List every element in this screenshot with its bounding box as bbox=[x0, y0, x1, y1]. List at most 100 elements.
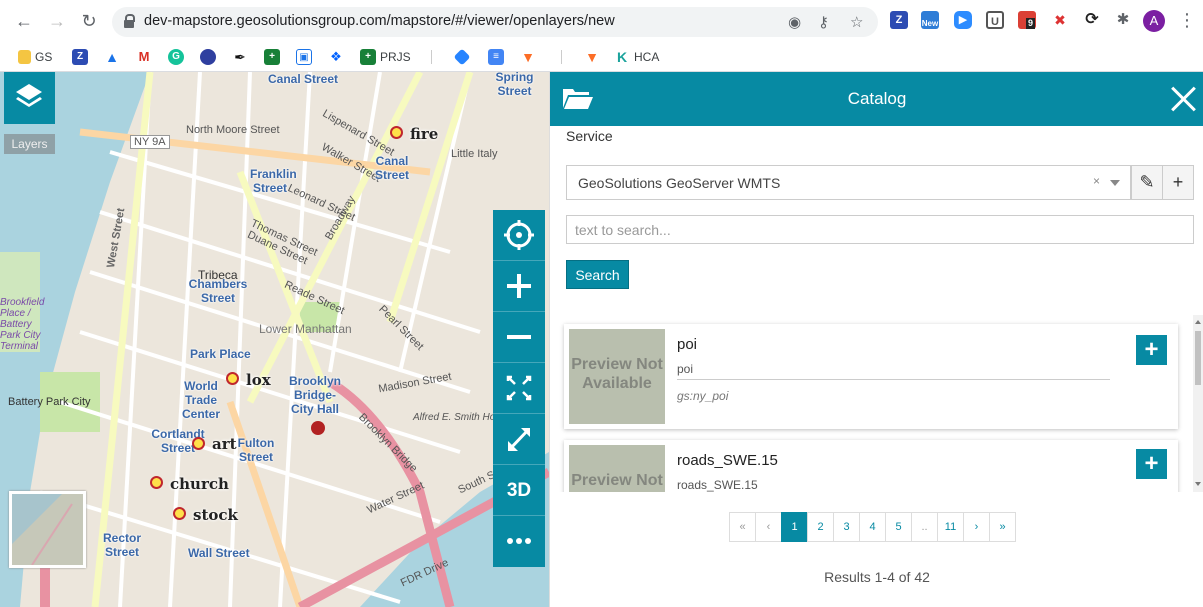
locate-button[interactable] bbox=[493, 210, 545, 261]
bookmark-sheets[interactable]: + bbox=[264, 48, 280, 66]
map-label: Battery Park City bbox=[8, 396, 91, 408]
page-5[interactable]: 5 bbox=[885, 512, 912, 542]
add-layer-button[interactable]: + bbox=[1136, 335, 1167, 365]
bitwarden-extension-icon[interactable]: U bbox=[986, 11, 1004, 29]
bookmark-grammarly[interactable]: G bbox=[168, 48, 184, 66]
zoom-out-button[interactable] bbox=[493, 312, 545, 363]
record-description: roads_SWE.15 bbox=[677, 478, 758, 492]
service-select[interactable]: GeoSolutions GeoServer WMTS × bbox=[566, 165, 1131, 200]
sheets-icon: + bbox=[264, 49, 280, 65]
add-service-button[interactable]: + bbox=[1162, 165, 1194, 200]
bookmark-label: PRJS bbox=[380, 50, 411, 64]
zoom-extension-icon[interactable]: ▶ bbox=[954, 11, 972, 29]
bookmark-pen[interactable]: ✒ bbox=[232, 48, 248, 66]
poi-marker[interactable] bbox=[192, 437, 205, 450]
search-button[interactable]: Search bbox=[566, 260, 629, 289]
chevron-down-icon[interactable] bbox=[1110, 180, 1120, 186]
bookmark-jira[interactable] bbox=[453, 48, 471, 66]
scroll-thumb[interactable] bbox=[1195, 331, 1201, 385]
map-label: Alfred E. Smith Houses bbox=[413, 412, 517, 423]
menu-kebab-icon[interactable]: ⋮ bbox=[1178, 10, 1196, 31]
page-first[interactable]: « bbox=[729, 512, 756, 542]
browser-toolbar: ← → ↻ dev-mapstore.geosolutionsgroup.com… bbox=[0, 0, 1203, 42]
page-1[interactable]: 1 bbox=[781, 512, 808, 542]
minus-icon bbox=[507, 335, 531, 339]
profile-avatar[interactable]: A bbox=[1143, 10, 1165, 32]
zoom-to-extent-button[interactable] bbox=[493, 363, 545, 414]
zoom-in-button[interactable] bbox=[493, 261, 545, 312]
more-button[interactable] bbox=[493, 516, 545, 567]
page-4[interactable]: 4 bbox=[859, 512, 886, 542]
todoist-extension-icon[interactable]: 9 bbox=[1018, 11, 1036, 29]
poi-marker[interactable] bbox=[390, 126, 403, 139]
new-extension-icon[interactable]: New bbox=[921, 11, 939, 29]
key-icon[interactable]: ⚷ bbox=[818, 13, 829, 31]
map-viewer[interactable]: Canal Street Spring Street North Moore S… bbox=[0, 72, 549, 607]
bookmark-label: GS bbox=[35, 50, 53, 64]
zoho-extension-icon[interactable]: Z bbox=[890, 11, 908, 29]
preview-text: Preview Not Available bbox=[571, 472, 663, 492]
results-list[interactable]: Preview Not Available poi poi gs:ny_poi … bbox=[550, 315, 1203, 492]
location-icon[interactable]: ◉ bbox=[788, 13, 801, 31]
service-label: Service bbox=[566, 128, 613, 144]
expand-icon bbox=[507, 427, 531, 452]
record-preview: Preview Not Available bbox=[569, 445, 665, 492]
map-label: North Moore Street bbox=[186, 124, 280, 136]
page-2[interactable]: 2 bbox=[807, 512, 834, 542]
star-icon[interactable]: ☆ bbox=[850, 13, 863, 31]
page-prev[interactable]: ‹ bbox=[755, 512, 782, 542]
fullscreen-button[interactable] bbox=[493, 414, 545, 465]
jira-icon bbox=[453, 48, 471, 66]
edit-service-button[interactable]: ✎ bbox=[1131, 165, 1163, 200]
page-last[interactable]: » bbox=[989, 512, 1016, 542]
url-text[interactable]: dev-mapstore.geosolutionsgroup.com/mapst… bbox=[144, 13, 615, 29]
record-description: poi bbox=[677, 362, 1110, 380]
layers-button[interactable] bbox=[4, 72, 55, 124]
address-bar[interactable]: dev-mapstore.geosolutionsgroup.com/mapst… bbox=[112, 7, 878, 37]
page-11[interactable]: 11 bbox=[937, 512, 964, 542]
bookmark-gs[interactable]: GS bbox=[18, 48, 52, 66]
bookmark-scan[interactable]: ▣ bbox=[296, 48, 312, 66]
sync-extension-icon[interactable]: ⟳ bbox=[1083, 11, 1101, 29]
record-preview: Preview Not Available bbox=[569, 329, 665, 424]
poi-marker[interactable] bbox=[150, 476, 163, 489]
bookmark-gmail[interactable]: M bbox=[136, 48, 152, 66]
map-label: Canal Street bbox=[374, 154, 409, 182]
map-label: Canal Street bbox=[268, 72, 339, 86]
color-picker-extension-icon[interactable]: ✖ bbox=[1051, 11, 1069, 29]
results-scrollbar[interactable] bbox=[1193, 315, 1203, 492]
scroll-down-arrow-icon[interactable] bbox=[1195, 482, 1201, 486]
back-arrow-icon[interactable]: ← bbox=[12, 9, 36, 33]
bookmark-hca[interactable]: K HCA bbox=[614, 48, 659, 66]
map-label: Franklin Street bbox=[250, 167, 297, 195]
overview-minimap[interactable] bbox=[9, 491, 86, 568]
poi-marker[interactable] bbox=[226, 372, 239, 385]
gmail-icon: M bbox=[136, 49, 152, 65]
forward-arrow-icon[interactable]: → bbox=[45, 9, 69, 33]
bookmark-circle[interactable] bbox=[200, 48, 216, 66]
bookmark-prjs[interactable]: + PRJS bbox=[360, 48, 411, 66]
page-next[interactable]: › bbox=[963, 512, 990, 542]
3d-button[interactable]: 3D bbox=[493, 465, 545, 516]
search-input[interactable] bbox=[566, 215, 1194, 244]
circle-icon bbox=[200, 49, 216, 65]
poi-marker[interactable] bbox=[173, 507, 186, 520]
service-value: GeoSolutions GeoServer WMTS bbox=[578, 175, 781, 191]
record-title: roads_SWE.15 bbox=[677, 452, 778, 469]
bookmark-docs[interactable]: ≡ bbox=[488, 48, 504, 66]
docs-icon: ≡ bbox=[488, 49, 504, 65]
scroll-up-arrow-icon[interactable] bbox=[1195, 320, 1201, 324]
map-toolbar: 3D bbox=[493, 210, 545, 567]
close-icon[interactable] bbox=[1170, 86, 1196, 112]
puzzle-extensions-icon[interactable]: ✱ bbox=[1114, 11, 1132, 29]
page-3[interactable]: 3 bbox=[833, 512, 860, 542]
add-layer-button[interactable]: + bbox=[1136, 449, 1167, 479]
bookmark-gitlab[interactable]: ▼ bbox=[520, 48, 536, 66]
bookmark-zoho[interactable]: Z bbox=[72, 48, 88, 66]
bookmark-gitlab-2[interactable]: ▼ bbox=[584, 48, 600, 66]
clear-icon[interactable]: × bbox=[1093, 174, 1100, 188]
bookmark-dropbox[interactable]: ❖ bbox=[328, 48, 344, 66]
record-card: Preview Not Available roads_SWE.15 roads… bbox=[564, 440, 1178, 492]
bookmark-drive[interactable]: ▲ bbox=[104, 48, 120, 66]
reload-icon[interactable]: ↻ bbox=[77, 9, 101, 33]
